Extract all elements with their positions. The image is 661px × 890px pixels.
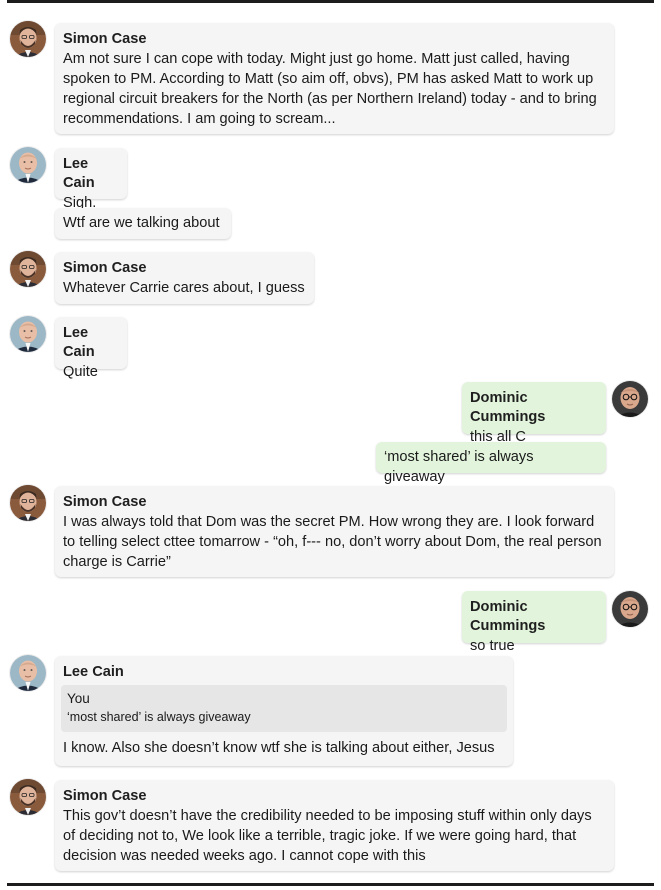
avatar-dominic-cummings[interactable]: [612, 381, 648, 417]
message-bubble[interactable]: Lee Cain Quite: [55, 317, 127, 380]
avatar-lee-cain[interactable]: [10, 655, 46, 691]
avatar-lee-cain[interactable]: [10, 147, 46, 183]
sender-name: Lee Cain: [63, 325, 95, 360]
message-bubble-outgoing[interactable]: Dominic Cummings this all C: [462, 382, 606, 445]
avatar-simon-case[interactable]: [10, 21, 46, 57]
message-bubble[interactable]: Lee Cain Sigh.: [55, 148, 127, 211]
sender-name: Simon Case: [63, 31, 147, 47]
message-bubble[interactable]: Simon Case Whatever Carrie cares about, …: [55, 252, 314, 304]
message-text: Quite: [63, 364, 98, 380]
sender-name: Dominic Cummings: [470, 390, 546, 425]
sender-name: Lee Cain: [63, 156, 95, 191]
avatar-simon-case[interactable]: [10, 251, 46, 287]
sender-name: Dominic Cummings: [470, 599, 546, 634]
message-bubble[interactable]: Simon Case This gov’t doesn’t have the c…: [55, 780, 614, 871]
message-bubble[interactable]: Wtf are we talking about: [55, 208, 231, 239]
top-divider: [7, 0, 654, 3]
avatar-simon-case[interactable]: [10, 779, 46, 815]
message-bubble[interactable]: Lee Cain You ‘most shared’ is always giv…: [55, 656, 513, 766]
quoted-reply[interactable]: You ‘most shared’ is always giveaway: [61, 685, 507, 732]
sender-name: Simon Case: [63, 788, 147, 804]
message-text: so true: [470, 638, 515, 654]
message-bubble[interactable]: Simon Case I was always told that Dom wa…: [55, 486, 614, 577]
sender-name: Simon Case: [63, 494, 147, 510]
bottom-divider: [7, 883, 654, 886]
avatar-dominic-cummings[interactable]: [612, 591, 648, 627]
message-text: ‘most shared’ is always giveaway: [384, 449, 534, 485]
message-text: Whatever Carrie cares about, I guess: [63, 280, 305, 296]
message-text: I know. Also she doesn’t know wtf she is…: [63, 740, 495, 756]
message-bubble-outgoing[interactable]: Dominic Cummings so true: [462, 591, 606, 654]
quoted-reply-text: ‘most shared’ is always giveaway: [67, 710, 251, 724]
sender-name: Simon Case: [63, 260, 147, 276]
sender-name: Lee Cain: [63, 664, 124, 680]
message-bubble[interactable]: Simon Case Am not sure I can cope with t…: [55, 23, 614, 134]
message-text: This gov’t doesn’t have the credibility …: [63, 808, 592, 864]
message-text: Wtf are we talking about: [63, 215, 220, 231]
message-text: Am not sure I can cope with today. Might…: [63, 51, 597, 127]
avatar-lee-cain[interactable]: [10, 316, 46, 352]
message-text: I was always told that Dom was the secre…: [63, 514, 602, 570]
message-bubble-outgoing[interactable]: ‘most shared’ is always giveaway: [376, 442, 606, 485]
avatar-simon-case[interactable]: [10, 485, 46, 521]
quoted-reply-name: You: [67, 691, 90, 706]
